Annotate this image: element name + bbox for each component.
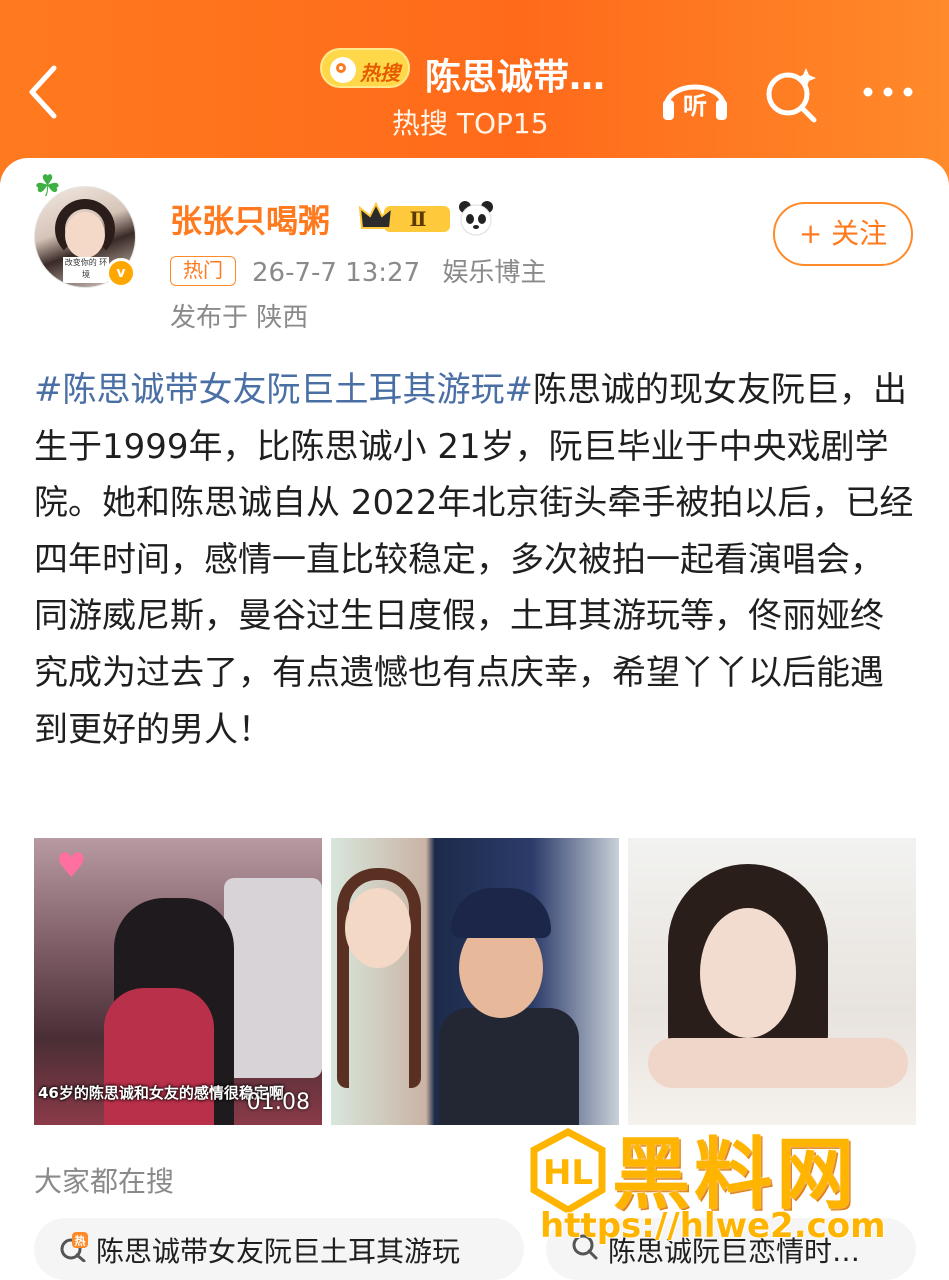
related-search-label: 陈思诚带女友阮巨土耳其游玩 (96, 1235, 461, 1268)
face-shape (700, 908, 796, 1038)
post-image[interactable] (628, 838, 916, 1125)
hot-icon: 热 (60, 1232, 88, 1262)
more-dots-icon (863, 87, 913, 97)
face-shape (345, 888, 411, 968)
vip-badge: Ⅱ (358, 200, 452, 236)
listen-button[interactable]: 听 (660, 66, 730, 122)
headphones-icon: 听 (663, 84, 727, 120)
author-type: 娱乐博主 (442, 258, 547, 288)
post-location: 发布于 陕西 (170, 303, 309, 333)
post-meta: 26-7-7 13:27 娱乐博主 (252, 252, 546, 289)
vip-level: Ⅱ (410, 207, 427, 231)
page-subtitle: 热搜 TOP15 (392, 107, 549, 140)
body-shape (439, 1008, 579, 1125)
watermark-logo-icon: HL (528, 1128, 608, 1215)
arm-shape (648, 1038, 908, 1088)
post-body: #陈思诚带女友阮巨土耳其游玩#陈思诚的现女友阮巨，出生于1999年，比陈思诚小 … (34, 362, 914, 758)
hot-icon-text: 热 (75, 1234, 86, 1248)
svg-text:HL: HL (543, 1153, 593, 1193)
related-search-chip[interactable]: 热 陈思诚带女友阮巨土耳其游玩 (34, 1218, 524, 1280)
figure-shape (104, 988, 214, 1125)
back-button[interactable] (20, 62, 70, 122)
avatar-sign: 改变你的 环境 (63, 257, 109, 283)
hot-search-pill[interactable]: 热搜 (320, 48, 410, 88)
listen-label: 听 (683, 92, 707, 120)
author-avatar-area[interactable]: 改变你的 环境 ☘ v (34, 172, 136, 292)
heart-icon: ♥ (56, 846, 87, 886)
crown-icon: Ⅱ (358, 201, 450, 232)
related-search-title: 大家都在搜 (34, 1165, 175, 1198)
hot-pill-label: 热搜 (360, 61, 400, 85)
search-button[interactable] (762, 64, 822, 124)
author-name[interactable]: 张张只喝粥 (170, 196, 330, 242)
follow-button[interactable]: + 关注 (773, 202, 913, 266)
verified-badge-icon: v (106, 258, 136, 288)
more-button[interactable] (858, 78, 918, 108)
watermark-url: https://hlwe2.com (540, 1206, 886, 1246)
page-title: 陈思诚带… (425, 57, 606, 98)
post-image[interactable] (331, 838, 619, 1125)
post-video-thumbnail[interactable]: ♥ 46岁的陈思诚和女友的感情很稳定啊 01:08 (34, 838, 322, 1125)
post-timestamp: 26-7-7 13:27 (252, 258, 421, 288)
avatar-face-shape (65, 212, 105, 258)
hot-tag-badge: 热门 (170, 256, 236, 286)
panda-icon (458, 200, 494, 236)
post-body-text: 陈思诚的现女友阮巨，出生于1999年，比陈思诚小 21岁，阮巨毕业于中央戏剧学院… (34, 370, 914, 750)
clover-icon: ☘ (34, 169, 61, 204)
search-icon (330, 57, 356, 83)
hashtag-link[interactable]: #陈思诚带女友阮巨土耳其游玩# (34, 370, 533, 410)
video-duration: 01:08 (246, 1090, 310, 1115)
chevron-left-icon (29, 65, 57, 119)
cap-shape (451, 888, 551, 938)
sparkle-search-icon (766, 68, 817, 123)
car-shape (224, 878, 322, 1078)
